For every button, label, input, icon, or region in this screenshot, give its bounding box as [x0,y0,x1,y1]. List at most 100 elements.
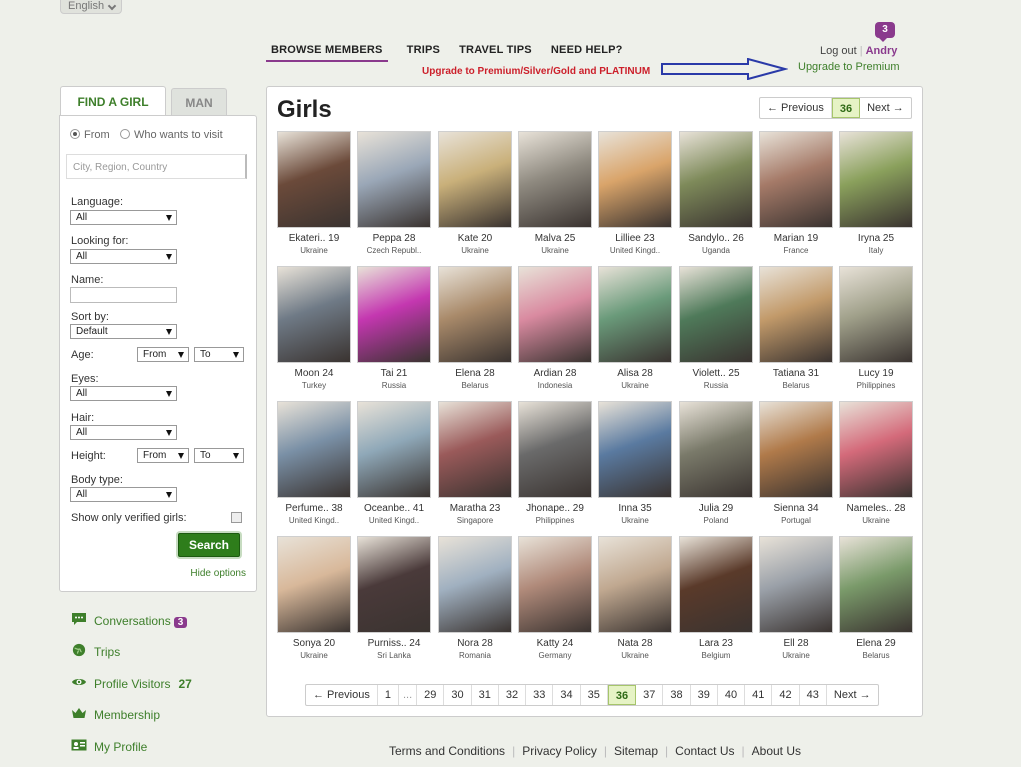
member-photo[interactable] [277,131,351,228]
member-photo[interactable] [518,266,592,363]
tab-man[interactable]: MAN [171,88,227,116]
member-photo[interactable] [598,536,672,633]
footer-link[interactable]: Privacy Policy [522,744,597,758]
member-photo[interactable] [679,536,753,633]
member-card[interactable]: Ardian 28 Indonesia [518,266,592,396]
member-card[interactable]: Moon 24 Turkey [277,266,351,396]
location-input[interactable]: City, Region, Country [66,154,247,179]
member-photo[interactable] [438,131,512,228]
member-name[interactable]: Ardian 28 [518,368,592,379]
member-name[interactable]: Iryna 25 [839,233,913,244]
member-name[interactable]: Alisa 28 [598,368,672,379]
page-number-button[interactable]: 30 [444,685,472,705]
member-name[interactable]: Tatiana 31 [759,368,833,379]
radio-from[interactable]: From [70,129,110,141]
member-name[interactable]: Lara 23 [679,638,753,649]
next-page-button[interactable]: Next → [860,98,911,118]
member-name[interactable]: Oceanbe.. 41 [357,503,431,514]
member-name[interactable]: Purniss.. 24 [357,638,431,649]
member-name[interactable]: Maratha 23 [438,503,512,514]
page-number-button[interactable]: 38 [663,685,691,705]
member-name[interactable]: Nameles.. 28 [839,503,913,514]
member-card[interactable]: Oceanbe.. 41 United Kingd.. [357,401,431,531]
member-card[interactable]: Sonya 20 Ukraine [277,536,351,666]
member-card[interactable]: Sienna 34 Portugal [759,401,833,531]
member-card[interactable]: Lilliee 23 United Kingd.. [598,131,672,261]
page-number-button[interactable]: 43 [800,685,827,705]
member-card[interactable]: Alisa 28 Ukraine [598,266,672,396]
member-photo[interactable] [839,401,913,498]
member-name[interactable]: Nora 28 [438,638,512,649]
previous-page-button[interactable]: ← Previous [306,685,378,705]
page-number-button[interactable]: 42 [772,685,800,705]
nav-travel-tips[interactable]: TRAVEL TIPS [459,44,532,56]
member-name[interactable]: Inna 35 [598,503,672,514]
member-photo[interactable] [759,266,833,363]
member-card[interactable]: Lara 23 Belgium [679,536,753,666]
member-photo[interactable] [839,536,913,633]
member-photo[interactable] [679,131,753,228]
verified-checkbox[interactable] [231,512,242,523]
footer-link[interactable]: Contact Us [675,744,734,758]
member-card[interactable]: Inna 35 Ukraine [598,401,672,531]
nav-need-help[interactable]: NEED HELP? [551,44,623,56]
member-card[interactable]: Kate 20 Ukraine [438,131,512,261]
height-to-select[interactable]: To [194,448,244,463]
page-number-button[interactable]: 41 [745,685,773,705]
member-photo[interactable] [438,401,512,498]
member-photo[interactable] [518,401,592,498]
member-card[interactable]: Katty 24 Germany [518,536,592,666]
age-to-select[interactable]: To [194,347,244,362]
member-name[interactable]: Sandylo.. 26 [679,233,753,244]
tab-find-a-girl[interactable]: FIND A GIRL [60,86,166,116]
previous-page-button[interactable]: ← Previous [760,98,832,118]
age-from-select[interactable]: From [137,347,189,362]
page-number-button[interactable]: 33 [526,685,554,705]
member-name[interactable]: Marian 19 [759,233,833,244]
language-select[interactable]: English [60,0,122,14]
hair-select[interactable]: All [70,425,177,440]
page-ellipsis[interactable]: ... [399,685,418,705]
member-card[interactable]: Ekateri.. 19 Ukraine [277,131,351,261]
member-photo[interactable] [679,266,753,363]
member-photo[interactable] [438,536,512,633]
member-photo[interactable] [759,131,833,228]
member-name[interactable]: Katty 24 [518,638,592,649]
page-number-button[interactable]: 32 [499,685,527,705]
member-name[interactable]: Perfume.. 38 [277,503,351,514]
page-number-button[interactable]: 34 [553,685,581,705]
member-photo[interactable] [277,266,351,363]
radio-who-wants-to-visit[interactable]: Who wants to visit [120,129,223,141]
notification-badge[interactable]: 3 [875,22,895,42]
body-type-select[interactable]: All [70,487,177,502]
member-card[interactable]: Maratha 23 Singapore [438,401,512,531]
footer-link[interactable]: About Us [752,744,801,758]
member-card[interactable]: Sandylo.. 26 Uganda [679,131,753,261]
member-photo[interactable] [518,131,592,228]
member-photo[interactable] [598,131,672,228]
member-photo[interactable] [357,536,431,633]
member-card[interactable]: Ell 28 Ukraine [759,536,833,666]
member-photo[interactable] [438,266,512,363]
logout-link[interactable]: Log out [820,45,857,57]
member-name[interactable]: Elena 29 [839,638,913,649]
member-card[interactable]: Marian 19 France [759,131,833,261]
member-name[interactable]: Ell 28 [759,638,833,649]
name-input[interactable] [70,287,177,303]
height-from-select[interactable]: From [137,448,189,463]
member-card[interactable]: Purniss.. 24 Sri Lanka [357,536,431,666]
member-name[interactable]: Nata 28 [598,638,672,649]
member-photo[interactable] [357,266,431,363]
footer-link[interactable]: Terms and Conditions [389,744,505,758]
member-card[interactable]: Elena 28 Belarus [438,266,512,396]
member-card[interactable]: Nora 28 Romania [438,536,512,666]
nav-trips[interactable]: TRIPS [407,44,440,56]
member-photo[interactable] [598,401,672,498]
member-name[interactable]: Jhonape.. 29 [518,503,592,514]
member-name[interactable]: Violett.. 25 [679,368,753,379]
member-card[interactable]: Iryna 25 Italy [839,131,913,261]
member-card[interactable]: Tai 21 Russia [357,266,431,396]
member-name[interactable]: Lilliee 23 [598,233,672,244]
member-photo[interactable] [357,401,431,498]
member-photo[interactable] [357,131,431,228]
